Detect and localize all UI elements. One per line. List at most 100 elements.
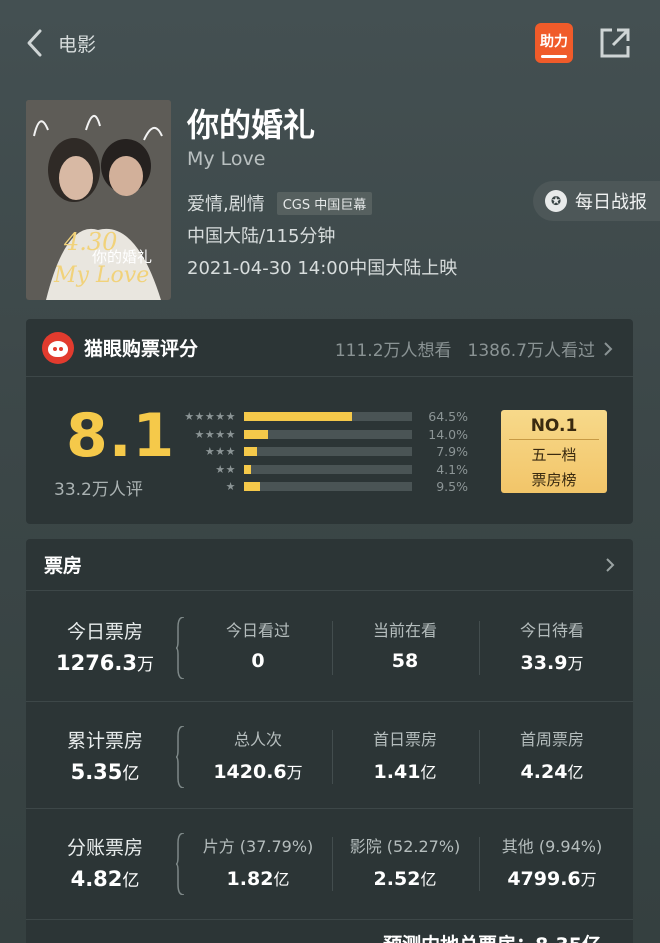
chevron-right-icon [604,341,613,356]
distribution-percent: 64.5% [428,409,468,425]
stat-cell: 首周票房 4.24亿 [479,702,625,810]
rating-score: 8.1 [66,401,176,471]
poster-english-text: My Love [53,263,149,288]
stat-cell: 今日待看 33.9万 [479,593,625,701]
help-boost-button[interactable]: 助力 [535,23,573,63]
star-label: ★ [225,480,236,494]
back-label: 电影 [58,33,97,56]
rank-list-name: 票房榜 [531,471,577,489]
box-office-row-today: 今日票房 1276.3万 今日看过 0 当前在看 58 今日待看 33.9万 [26,593,633,701]
rating-distribution: ★★★★★ 64.5% ★★★★ 14.0% ★★★ 7.9% ★★ 4.1% … [166,408,476,496]
movie-genre: 爱情,剧情 [187,194,265,215]
stat-label: 其他 (9.94%) [501,837,603,856]
distribution-row: ★★★★★ 64.5% [166,408,476,426]
stat-cell: 影院 (52.27%) 2.52亿 [332,809,478,917]
today-box-office: 今日票房 1276.3万 [26,593,184,701]
watched-count: 1386.7万人看过 [467,341,595,361]
stat-value: 4.24亿 [520,761,584,783]
stat-value: 4799.6万 [507,868,597,890]
stat-value: 1420.6万 [213,761,303,783]
movie-title: 你的婚礼 [187,106,316,144]
star-label: ★★★★ [194,427,236,441]
distribution-bar [244,412,412,422]
rank-period: 五一档 [531,446,577,464]
stat-cell: 当前在看 58 [332,593,478,701]
distribution-percent: 14.0% [428,426,468,442]
rank-badge[interactable]: NO.1 五一档 票房榜 [501,410,607,493]
rating-card: 猫眼购票评分 111.2万人想看 1386.7万人看过 8.1 33.2万人评 … [26,319,633,524]
box-office-card: 票房 今日票房 1276.3万 今日看过 0 当前在看 58 今日待看 33.9… [26,539,633,943]
box-office-header[interactable]: 票房 [26,539,633,591]
stat-cell: 其他 (9.94%) 4799.6万 [479,809,625,917]
release-date: 2021-04-30 14:00中国大陆上映 [187,258,458,279]
chevron-left-icon [27,29,42,57]
stat-label: 片方 (37.79%) [202,837,314,856]
format-badge: CGS 中国巨幕 [276,191,373,215]
distribution-row: ★★★★ 14.0% [166,426,476,444]
distribution-row: ★★ 4.1% [166,461,476,479]
stat-label: 当前在看 [372,621,437,640]
distribution-percent: 7.9% [436,444,468,460]
rating-title: 猫眼购票评分 [84,338,199,360]
split-box-office: 分账票房 4.82亿 [26,809,184,917]
main-label: 累计票房 [66,730,143,752]
distribution-bar [244,447,412,457]
distribution-row: ★ 9.5% [166,478,476,496]
distribution-row: ★★★ 7.9% [166,443,476,461]
stat-value: 33.9万 [520,652,584,674]
daily-report-button[interactable]: ✪ 每日战报 [533,181,660,221]
main-value: 4.82亿 [70,867,140,891]
stat-value: 58 [391,650,419,672]
box-office-row-total: 累计票房 5.35亿 总人次 1420.6万 首日票房 1.41亿 首周票房 4… [26,701,633,809]
rating-header[interactable]: 猫眼购票评分 111.2万人想看 1386.7万人看过 [26,319,633,377]
box-office-forecast[interactable]: 预测内地总票房：8.35亿 [26,919,633,943]
rank-number: NO.1 [530,416,578,436]
share-icon[interactable] [598,26,632,60]
movie-english-title: My Love [187,148,266,170]
stat-value: 0 [251,650,265,672]
stat-value: 2.52亿 [373,868,437,890]
main-label: 今日票房 [66,621,143,643]
star-label: ★★★★★ [184,410,236,424]
top-bar: 电影 助力 [0,0,660,86]
stat-cell: 今日看过 0 [185,593,331,701]
stat-cell: 首日票房 1.41亿 [332,702,478,810]
maoyan-cat-icon [42,331,74,364]
stat-value: 1.82亿 [226,868,290,890]
daily-report-label: 每日战报 [575,192,647,213]
box-office-title: 票房 [44,555,83,577]
stat-label: 首周票房 [519,730,584,749]
star-label: ★★ [215,462,236,476]
stat-label: 首日票房 [372,730,437,749]
stat-value: 1.41亿 [373,761,437,783]
distribution-bar [244,482,412,492]
distribution-bar-fill [244,482,260,492]
chevron-right-icon [606,558,615,572]
distribution-percent: 9.5% [436,479,468,495]
distribution-bar-fill [244,429,268,439]
stat-label: 今日看过 [225,621,290,640]
movie-poster[interactable]: 4.30 你的婚礼 My Love [26,100,171,300]
stat-cell: 总人次 1420.6万 [185,702,331,810]
medal-icon: ✪ [545,190,567,212]
back-button[interactable]: 电影 [24,26,114,60]
main-value: 5.35亿 [70,760,140,784]
stat-label: 今日待看 [519,621,584,640]
box-office-row-split: 分账票房 4.82亿 片方 (37.79%) 1.82亿 影院 (52.27%)… [26,808,633,916]
region-duration: 中国大陆/115分钟 [187,226,336,247]
movie-detail-page: 电影 助力 4.30 你的婚礼 My Love 你的婚礼 My Love 爱情,… [0,0,660,943]
stat-cell: 片方 (37.79%) 1.82亿 [185,809,331,917]
stat-label: 总人次 [233,730,282,749]
main-value: 1276.3万 [55,651,155,675]
distribution-bar-fill [244,447,258,457]
genre-row: 爱情,剧情 CGS 中国巨幕 [187,190,373,216]
total-box-office: 累计票房 5.35亿 [26,702,184,810]
distribution-bar [244,464,412,474]
rating-stats: 111.2万人想看 1386.7万人看过 [335,336,613,361]
stat-label: 影院 (52.27%) [349,837,461,856]
want-to-see-count: 111.2万人想看 [334,341,452,361]
star-label: ★★★ [204,445,236,459]
main-label: 分账票房 [66,837,143,859]
distribution-percent: 4.1% [436,461,468,477]
distribution-bar-fill [244,412,353,422]
